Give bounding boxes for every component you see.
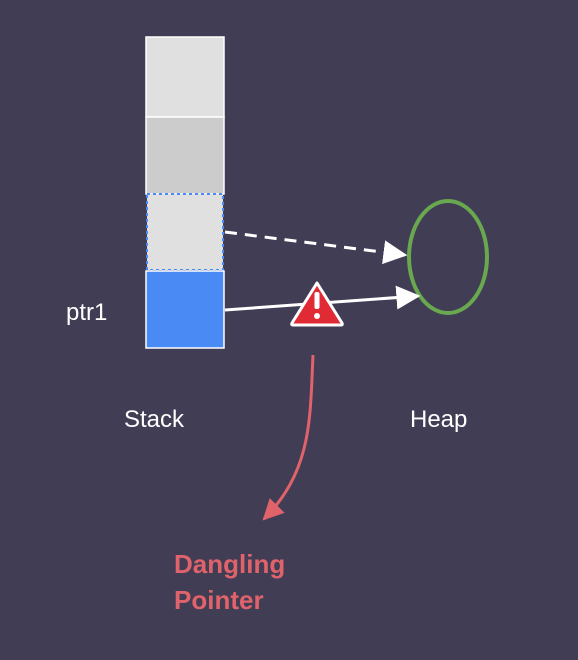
diagram-canvas bbox=[145, 36, 489, 521]
stack-slot-freed bbox=[146, 193, 224, 271]
stack bbox=[145, 36, 225, 349]
heap-label: Heap bbox=[410, 406, 468, 433]
stack-label: Stack bbox=[124, 406, 185, 433]
callout-line-1: Dangling bbox=[174, 549, 286, 579]
stack-slot-top bbox=[145, 36, 225, 118]
dangling-pointer-callout: Dangling Pointer bbox=[174, 546, 285, 618]
callout-line-2: Pointer bbox=[174, 585, 264, 615]
pointer-label: ptr1 bbox=[66, 299, 108, 326]
stack-slot-mid bbox=[145, 116, 225, 195]
stack-slot-ptr1 bbox=[145, 270, 225, 349]
callout-arrow bbox=[262, 354, 315, 521]
heap-object bbox=[407, 199, 489, 315]
stale-reference-arrow bbox=[224, 230, 408, 265]
diagram: ptr1 Stack Heap Dangling Pointer bbox=[0, 0, 578, 660]
